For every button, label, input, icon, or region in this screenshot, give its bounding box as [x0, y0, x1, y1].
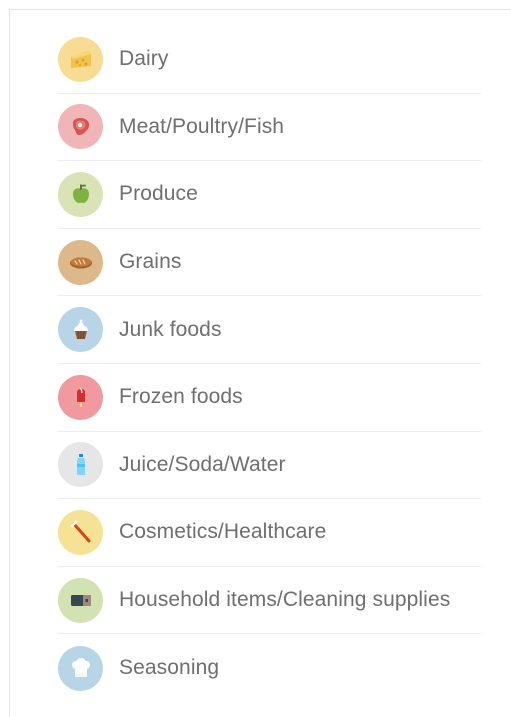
category-label: Meat/Poultry/Fish	[119, 114, 285, 138]
category-label: Juice/Soda/Water	[119, 452, 286, 476]
category-panel: Dairy Meat/Poultry/Fish Produce Grains J…	[9, 9, 511, 717]
category-item-seasoning[interactable]: Seasoning	[58, 634, 481, 702]
category-item-juice-soda-water[interactable]: Juice/Soda/Water	[58, 432, 481, 500]
cupcake-icon	[58, 307, 103, 353]
category-label: Household items/Cleaning supplies	[119, 588, 451, 612]
steak-icon	[58, 104, 103, 150]
category-item-meat-poultry-fish[interactable]: Meat/Poultry/Fish	[58, 94, 481, 162]
category-list: Dairy Meat/Poultry/Fish Produce Grains J…	[58, 26, 481, 702]
category-label: Produce	[119, 182, 198, 206]
category-item-grains[interactable]: Grains	[58, 229, 481, 297]
water-bottle-icon	[58, 442, 103, 488]
category-label: Frozen foods	[119, 385, 243, 409]
ice-pop-icon	[58, 374, 103, 420]
category-label: Dairy	[119, 47, 169, 71]
category-label: Cosmetics/Healthcare	[119, 520, 327, 544]
category-label: Junk foods	[119, 317, 222, 341]
apple-icon	[58, 171, 103, 217]
category-item-cosmetics-healthcare[interactable]: Cosmetics/Healthcare	[58, 499, 481, 567]
bread-icon	[58, 239, 103, 285]
category-item-junk-foods[interactable]: Junk foods	[58, 296, 481, 364]
chef-hat-icon	[58, 645, 103, 691]
category-item-produce[interactable]: Produce	[58, 161, 481, 229]
category-label: Grains	[119, 250, 182, 274]
category-label: Seasoning	[119, 656, 220, 680]
category-item-frozen-foods[interactable]: Frozen foods	[58, 364, 481, 432]
wallet-icon	[58, 577, 103, 623]
toothbrush-icon	[58, 509, 103, 555]
category-item-dairy[interactable]: Dairy	[58, 26, 481, 94]
category-item-household-items[interactable]: Household items/Cleaning supplies	[58, 567, 481, 635]
cheese-icon	[58, 36, 103, 82]
